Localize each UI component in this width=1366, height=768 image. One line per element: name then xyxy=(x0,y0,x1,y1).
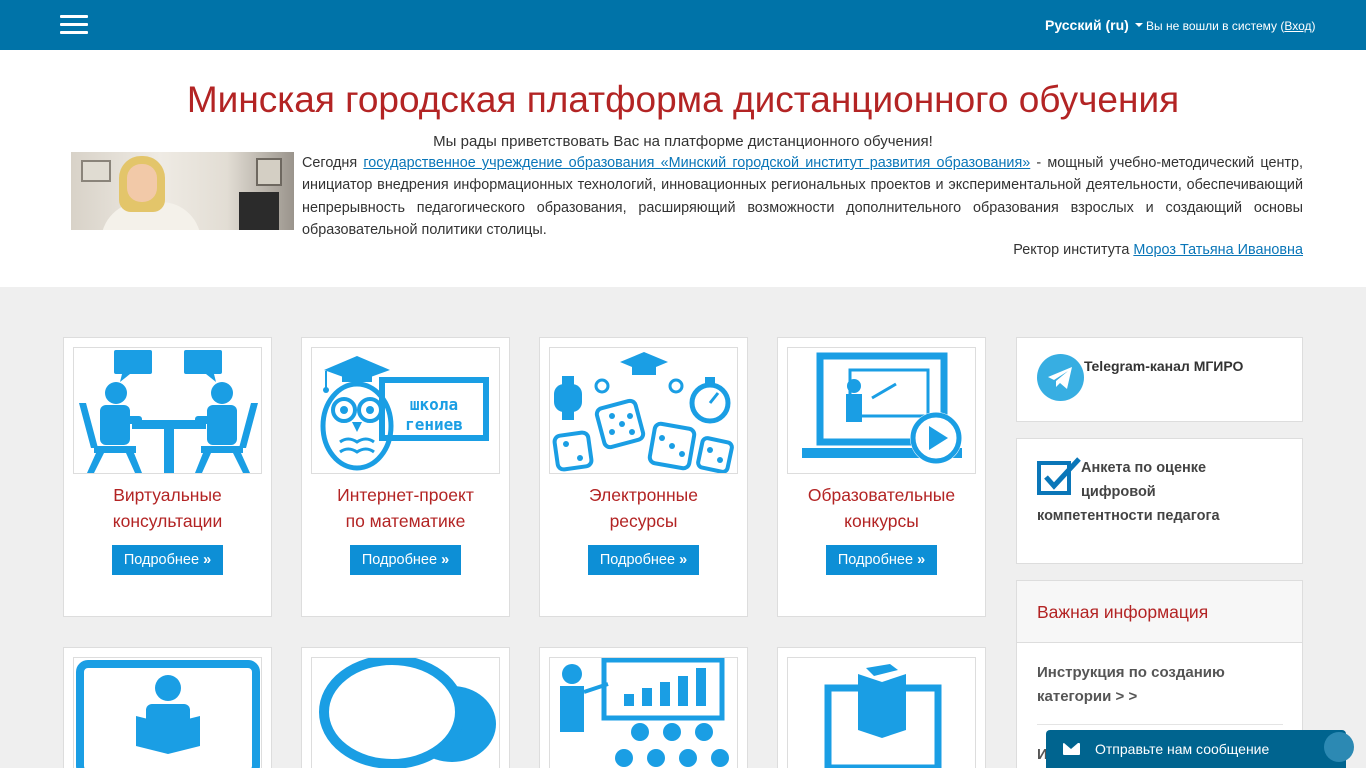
intro-text-prefix: Сегодня xyxy=(302,155,364,171)
envelope-icon xyxy=(1063,743,1080,755)
more-button-virtual-consultations[interactable]: Подробнее » xyxy=(112,545,223,575)
card-virtual-consultations: Виртуальные консультации Подробнее » xyxy=(63,337,272,617)
more-button-label: Подробнее xyxy=(361,552,438,568)
more-button-label: Подробнее xyxy=(123,552,200,568)
consultation-icon xyxy=(73,347,262,474)
important-info-title: Важная информация xyxy=(1037,602,1209,622)
page-title: Минская городская платформа дистанционно… xyxy=(186,79,1180,120)
welcome-text: Мы рады приветствовать Вас на платформе … xyxy=(433,133,933,150)
dice-resources-icon xyxy=(549,347,738,474)
rector-photo xyxy=(71,152,294,230)
card-label: Образовательные конкурсы xyxy=(778,482,985,534)
card-label-line2: ресурсы xyxy=(609,511,678,531)
rector-prefix: Ректор института xyxy=(1013,242,1134,258)
survey-line2: цифровой xyxy=(1081,484,1156,500)
login-link[interactable]: Вход xyxy=(1284,19,1311,33)
speech-bubbles-icon xyxy=(311,657,500,768)
card-label: Электронные ресурсы xyxy=(540,482,747,534)
survey-line3: компетентности педагога xyxy=(1037,508,1220,524)
raquo-icon: » xyxy=(203,552,212,568)
telegram-block[interactable]: Telegram-канал МГИРО xyxy=(1016,337,1303,422)
card-row2-2 xyxy=(301,647,510,768)
card-educational-contests: Образовательные конкурсы Подробнее » xyxy=(777,337,986,617)
card-label: Виртуальные консультации xyxy=(64,482,271,534)
raquo-icon: » xyxy=(679,552,688,568)
intro-section: Минская городская платформа дистанционно… xyxy=(0,50,1366,287)
card-math-project: школа гениев Интернет-проект по математик… xyxy=(301,337,510,617)
owl-school-icon: школа гениев xyxy=(311,347,500,474)
svg-text:гениев: гениев xyxy=(405,415,463,434)
card-row2-4 xyxy=(777,647,986,768)
card-label-line1: Виртуальные xyxy=(113,485,222,505)
more-button-label: Подробнее xyxy=(599,552,676,568)
send-message-label: Отправьте нам сообщение xyxy=(1095,741,1270,757)
survey-link: Анкета по оценке цифровой компетентности п… xyxy=(1037,456,1287,528)
svg-text:школа: школа xyxy=(410,395,458,414)
survey-line1: Анкета по оценке xyxy=(1081,460,1207,476)
important-info-header: Важная информация xyxy=(1017,581,1302,643)
more-button-educational-contests[interactable]: Подробнее » xyxy=(826,545,937,575)
rector-link[interactable]: Мороз Татьяна Ивановна xyxy=(1133,242,1303,258)
info-item-line1: Инструкция по созданию xyxy=(1037,664,1225,681)
telegram-title: Telegram-канал МГИРО xyxy=(1084,358,1244,374)
info-item-instruction[interactable]: Инструкция по созданию категории > > xyxy=(1037,661,1283,709)
caret-down-icon xyxy=(1134,23,1143,27)
login-status-close: ) xyxy=(1311,19,1316,33)
reading-screen-icon xyxy=(73,657,262,768)
language-label: Русский (ru) xyxy=(1045,17,1129,33)
card-label: Интернет-проект по математике xyxy=(302,482,509,534)
info-divider xyxy=(1037,724,1283,725)
login-status-text: Вы не вошли в систему ( xyxy=(1146,19,1285,33)
institution-link[interactable]: государственное учреждение образования «… xyxy=(363,155,1030,171)
card-electronic-resources: Электронные ресурсы Подробнее » xyxy=(539,337,748,617)
send-message-widget[interactable]: Отправьте нам сообщение xyxy=(1046,730,1354,768)
intro-paragraph: Сегодня государственное учреждение образ… xyxy=(302,152,1303,241)
card-row2-3 xyxy=(539,647,748,768)
raquo-icon: » xyxy=(917,552,926,568)
card-label-line1: Интернет-проект xyxy=(337,485,474,505)
menu-hamburger-icon[interactable] xyxy=(60,15,88,35)
widget-corner-decoration xyxy=(1324,732,1354,762)
more-button-electronic-resources[interactable]: Подробнее » xyxy=(588,545,699,575)
screen-presentation-icon xyxy=(787,347,976,474)
rector-line: Ректор института Мороз Татьяна Ивановна xyxy=(302,242,1303,258)
laptop-book-icon xyxy=(787,657,976,768)
raquo-icon: » xyxy=(441,552,450,568)
language-selector[interactable]: Русский (ru) xyxy=(1045,17,1143,33)
card-label-line2: по математике xyxy=(345,511,466,531)
more-button-label: Подробнее xyxy=(837,552,914,568)
more-button-math-project[interactable]: Подробнее » xyxy=(350,545,461,575)
login-status: Вы не вошли в систему (Вход) xyxy=(1146,19,1316,33)
card-label-line2: конкурсы xyxy=(844,511,919,531)
card-label-line2: консультации xyxy=(112,511,223,531)
survey-block[interactable]: Анкета по оценке цифровой компетентности п… xyxy=(1016,438,1303,564)
info-item-line2: категории > > xyxy=(1037,688,1138,705)
card-label-line1: Электронные xyxy=(589,485,698,505)
card-label-line1: Образовательные xyxy=(807,485,956,505)
classroom-chart-icon xyxy=(549,657,738,768)
top-navbar: Русский (ru) Вы не вошли в систему (Вход… xyxy=(0,0,1366,50)
card-row2-1 xyxy=(63,647,272,768)
telegram-icon xyxy=(1037,354,1084,401)
